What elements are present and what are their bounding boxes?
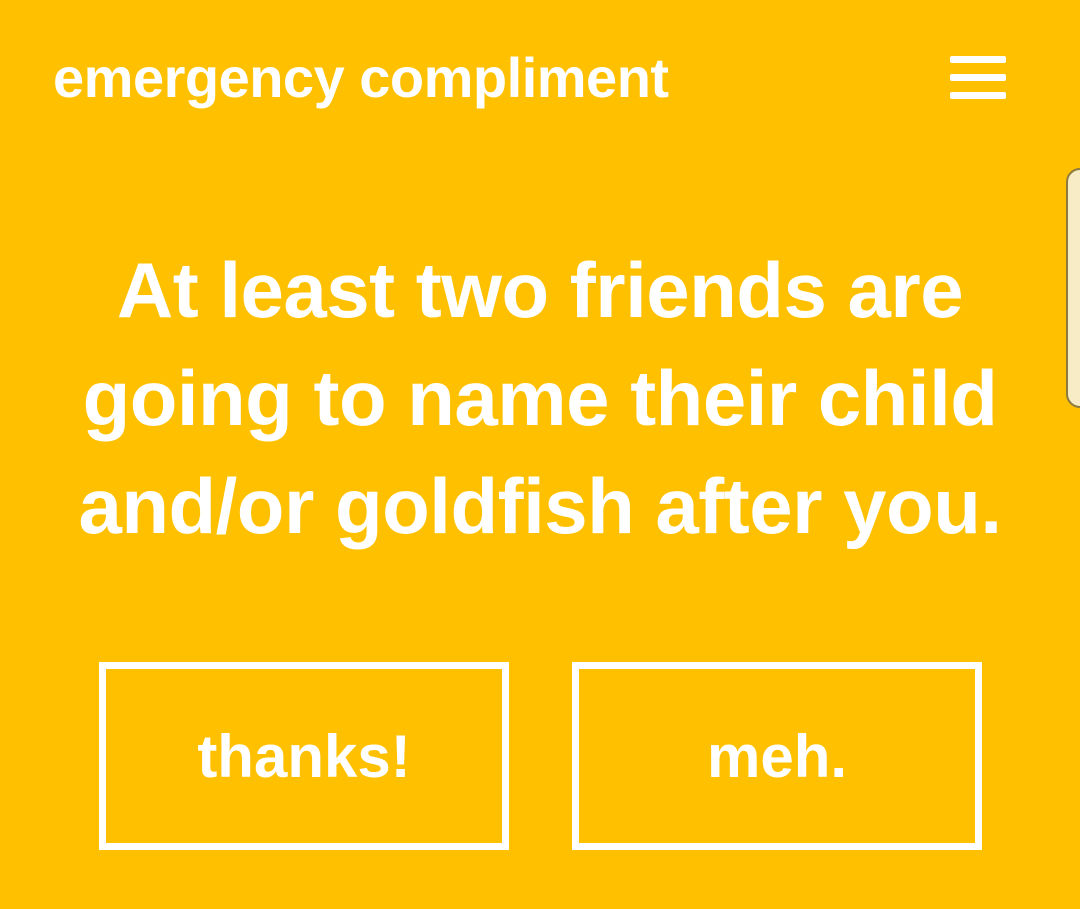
compliment-text: At least two friends are going to name t… [78, 246, 1002, 550]
thanks-button[interactable]: thanks! [99, 662, 509, 850]
site-title[interactable]: emergency compliment [53, 44, 669, 112]
menu-bar-top [950, 56, 1006, 63]
hamburger-menu-icon[interactable] [946, 52, 1010, 104]
app-page: emergency compliment At least two friend… [0, 0, 1080, 909]
meh-button[interactable]: meh. [572, 662, 982, 850]
edge-panel-handle[interactable] [1066, 168, 1080, 408]
menu-bar-middle [950, 74, 1006, 81]
menu-bar-bottom [950, 92, 1006, 99]
app-header: emergency compliment [0, 0, 1080, 150]
